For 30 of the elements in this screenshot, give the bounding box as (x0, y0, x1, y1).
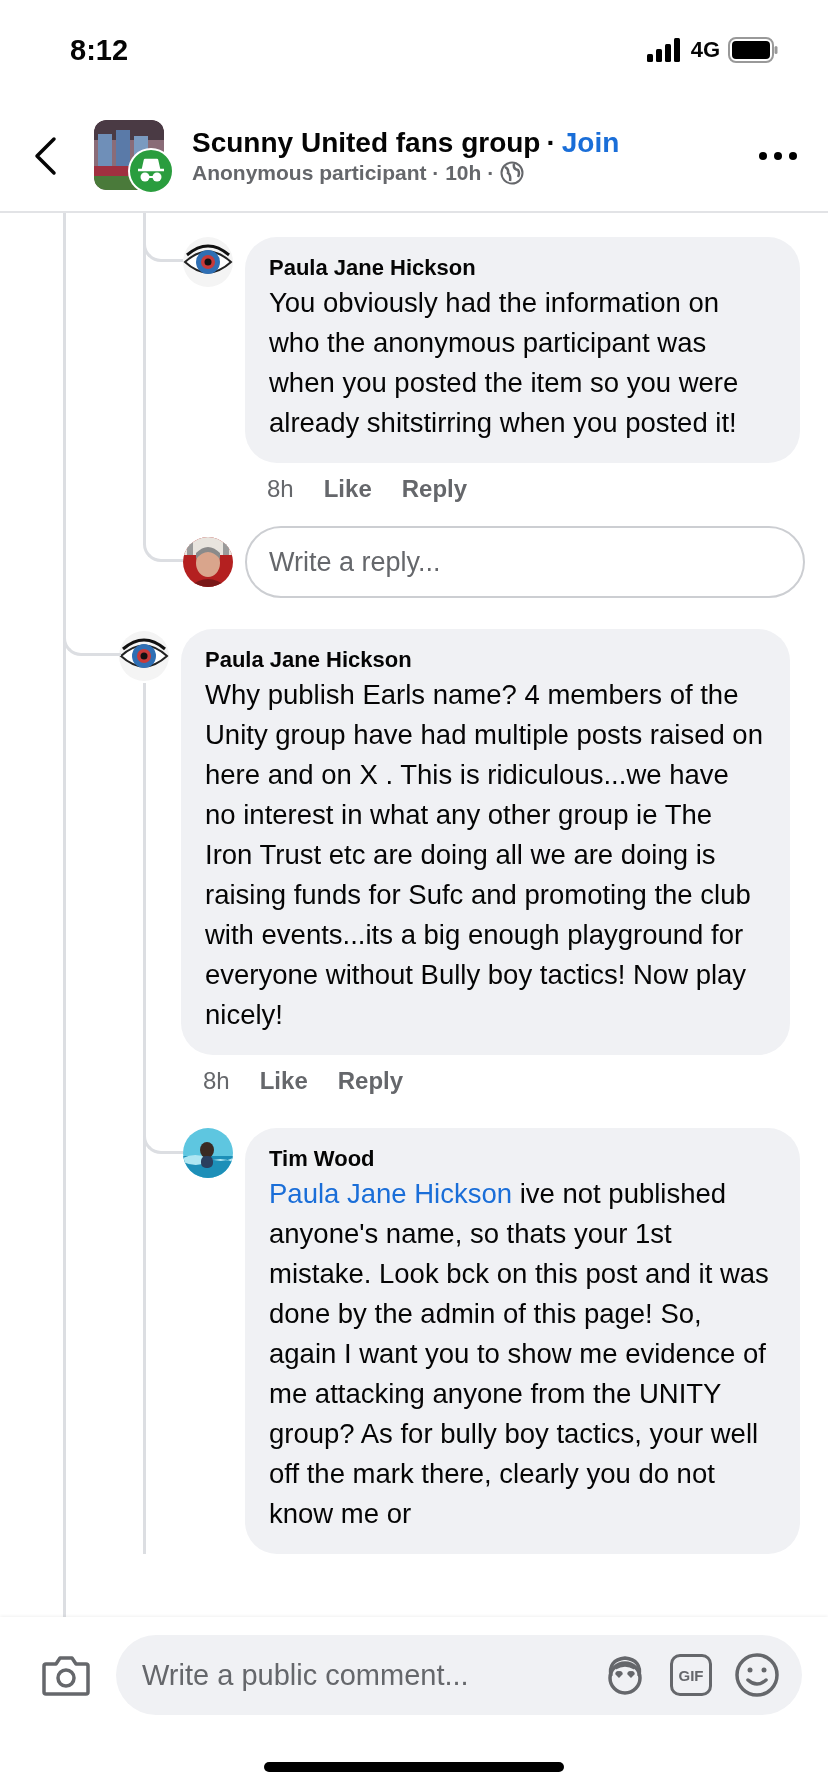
author-name: Paula Jane Hickson (269, 254, 477, 282)
mention-link[interactable]: Paula Jane Hickson (269, 1178, 513, 1209)
author-name: Tim Wood (269, 1145, 376, 1173)
network-label: 4G (690, 37, 720, 63)
author-name: Paula Jane Hickson (205, 646, 413, 674)
comment-field[interactable]: Write a public comment... GIF (116, 1635, 802, 1715)
post-meta: Anonymous participant · 10h · (192, 160, 495, 185)
comment-text: You obviously had the information on who the anonymous participant was when you posted the item so you were already shitstirring when you posted it! (269, 286, 740, 440)
comment-text: Why publish Earls name? 4 members of the Unity group have had multiple posts raised on here and on X . This is ridiculous...we have no interest in what any other group ie The Iron Trust etc are doing all we are doing is raising funds for Sufc and promoting the club with events...its a big enough playground for everyone without Bully boy tactics! Now play nicely! (205, 678, 764, 1032)
emoji-icon[interactable] (734, 1652, 780, 1698)
globe-icon (500, 160, 525, 185)
reply-field[interactable]: Write a reply... (245, 526, 805, 598)
comment-time: 8h (267, 475, 294, 503)
group-title: Scunny United fans group (192, 126, 541, 159)
comment-text: Paula Jane Hickson ive not published anyone's name, so thats your 1st mistake. Look bck on this post and it was done by the admin of this page! So, again I want you to show me evidence of me attacking anyone from the UNITY group? As for bully boy tactics, your well off the mark there, clearly you do not know me or (269, 1177, 770, 1531)
reply-button[interactable]: Reply (337, 1067, 404, 1095)
back-icon[interactable] (32, 135, 58, 176)
gif-button[interactable]: GIF (670, 1654, 712, 1696)
join-link[interactable]: Join (561, 126, 620, 159)
battery-icon (728, 37, 778, 63)
signal-icon (646, 38, 683, 62)
status-time: 8:12 (70, 33, 129, 67)
camera-icon[interactable] (42, 1654, 90, 1696)
like-button[interactable]: Like (259, 1067, 308, 1095)
comment-time: 8h (203, 1067, 230, 1095)
incognito-badge-icon (128, 147, 174, 194)
reply-button[interactable]: Reply (401, 475, 468, 503)
like-button[interactable]: Like (323, 475, 372, 503)
title-separator: · (546, 126, 556, 159)
more-icon[interactable] (758, 150, 798, 161)
